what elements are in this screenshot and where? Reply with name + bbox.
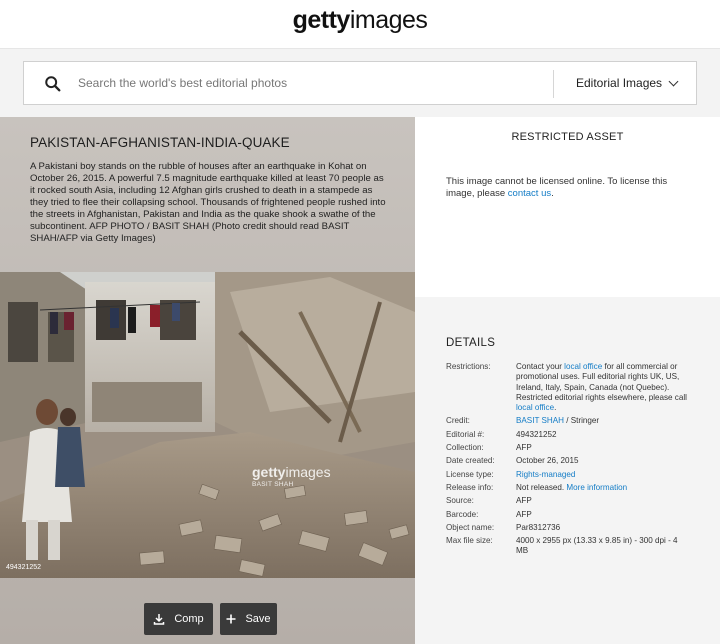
detail-value: BASIT SHAH / Stringer <box>516 416 600 426</box>
detail-row: Source: AFP <box>446 496 691 506</box>
detail-value: October 26, 2015 <box>516 456 579 466</box>
image-panel: PAKISTAN-AFGHANISTAN-INDIA-QUAKE A Pakis… <box>0 117 415 644</box>
detail-value: AFP <box>516 496 532 506</box>
search-icon[interactable] <box>44 75 62 93</box>
search-band: Editorial Images <box>0 49 720 117</box>
details-panel: DETAILS Restrictions: Contact your local… <box>415 297 720 644</box>
detail-row: Editorial #: 494321252 <box>446 430 691 440</box>
search-input[interactable] <box>78 62 548 104</box>
save-button[interactable]: Save <box>220 603 277 635</box>
details-table: Restrictions: Contact your local office … <box>446 362 691 560</box>
watermark-credit: BASIT SHAH <box>252 481 294 488</box>
detail-label: Credit: <box>446 416 470 426</box>
detail-value: AFP <box>516 509 532 519</box>
detail-value: Not released. More information <box>516 482 628 492</box>
local-office-link[interactable]: local office <box>564 362 602 371</box>
detail-label: Date created: <box>446 456 495 466</box>
detail-row-restrictions: Restrictions: Contact your local office … <box>446 362 691 413</box>
rights-managed-link[interactable]: Rights-managed <box>516 470 575 479</box>
earthquake-photo[interactable]: 494321252 gettyimages BASIT SHAH <box>0 272 415 578</box>
detail-value: Par8312736 <box>516 522 561 532</box>
detail-row-credit: Credit: BASIT SHAH / Stringer <box>446 416 691 426</box>
chevron-down-icon <box>668 76 679 87</box>
getty-images-logo[interactable]: gettyimages <box>0 6 720 35</box>
detail-row: Collection: AFP <box>446 443 691 453</box>
detail-label: License type: <box>446 469 494 479</box>
restricted-message: This image cannot be licensed online. To… <box>446 176 668 199</box>
search-divider <box>553 70 554 98</box>
photo-id-overlay: 494321252 <box>6 564 42 571</box>
more-information-link[interactable]: More information <box>566 483 627 492</box>
image-type-dropdown[interactable]: Editorial Images <box>576 62 679 104</box>
detail-row: Object name: Par8312736 <box>446 523 691 533</box>
photo-illustration <box>0 272 415 578</box>
contact-us-link[interactable]: contact us <box>508 188 551 199</box>
detail-label: Collection: <box>446 443 484 453</box>
detail-value: 4000 x 2955 px (13.33 x 9.85 in) - 300 d… <box>516 536 678 556</box>
download-icon <box>154 614 165 625</box>
top-bar: gettyimages <box>0 0 720 49</box>
detail-value: AFP <box>516 443 532 453</box>
detail-value: Rights-managed <box>516 470 691 480</box>
detail-value: 494321252 <box>516 429 557 439</box>
plus-icon <box>226 614 236 624</box>
image-type-label: Editorial Images <box>576 76 663 90</box>
search-bar: Editorial Images <box>23 61 697 105</box>
detail-label: Max file size: <box>446 536 493 546</box>
detail-label: Source: <box>446 496 474 506</box>
detail-row-license: License type: Rights-managed <box>446 470 691 480</box>
detail-row-release: Release info: Not released. More informa… <box>446 483 691 493</box>
detail-label: Restrictions: <box>446 362 491 371</box>
comp-button[interactable]: Comp <box>144 603 213 635</box>
getty-watermark: gettyimages BASIT SHAH <box>252 464 331 488</box>
detail-row: Date created: October 26, 2015 <box>446 456 691 466</box>
detail-label: Editorial #: <box>446 429 485 439</box>
detail-label: Release info: <box>446 482 494 492</box>
detail-row: Max file size: 4000 x 2955 px (13.33 x 9… <box>446 536 691 557</box>
details-title: DETAILS <box>446 337 496 349</box>
detail-label: Barcode: <box>446 509 479 519</box>
detail-value: Contact your local office for all commer… <box>516 362 687 413</box>
image-headline: PAKISTAN-AFGHANISTAN-INDIA-QUAKE <box>30 135 290 150</box>
restricted-asset-panel: RESTRICTED ASSET This image cannot be li… <box>415 117 720 297</box>
comp-label: Comp <box>174 613 204 625</box>
save-label: Save <box>245 613 271 625</box>
watermark-logo: gettyimages <box>252 464 331 480</box>
photographer-link[interactable]: BASIT SHAH <box>516 416 564 425</box>
detail-row: Barcode: AFP <box>446 510 691 520</box>
local-office-link-2[interactable]: local office <box>516 403 554 412</box>
detail-label: Object name: <box>446 522 495 532</box>
restricted-asset-title: RESTRICTED ASSET <box>511 131 624 143</box>
image-caption: A Pakistani boy stands on the rubble of … <box>30 161 386 244</box>
